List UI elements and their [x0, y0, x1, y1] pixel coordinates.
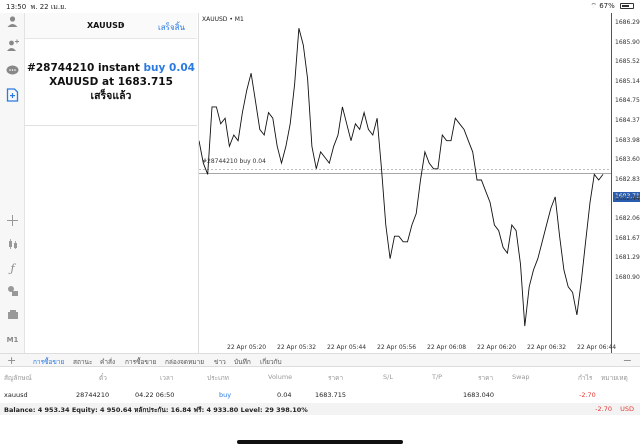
bottom-toolbar: + การซื้อขาย สถานะ คำสั่ง การซื้อขาย กล่…	[0, 353, 640, 367]
col-volume: Volume	[268, 373, 293, 381]
time-tick-label: 22 Apr 06:20	[477, 344, 517, 351]
tab-mailbox[interactable]: กล่องจดหมาย	[165, 357, 204, 367]
price-tick-label: 1681.290	[615, 254, 640, 262]
price-tick-label: 1685.525	[615, 58, 640, 66]
order-line-label: #28744210 buy 0.04	[202, 158, 266, 165]
row-type: buy	[219, 391, 232, 399]
price-tick-label: 1681.675	[615, 234, 640, 242]
tab-history[interactable]: การซื้อขาย	[125, 357, 156, 367]
price-tick-label: 1683.985	[615, 136, 640, 144]
col-time: เวลา	[160, 374, 174, 382]
time-tick-label: 22 Apr 06:08	[427, 344, 467, 351]
col-price-current: ราคา	[478, 374, 494, 382]
row-price-open: 1683.715	[315, 391, 347, 399]
crosshair-icon[interactable]	[5, 215, 20, 230]
tab-about[interactable]: เกี่ยวกับ	[260, 357, 282, 367]
user-icon[interactable]	[5, 15, 20, 30]
tab-trade[interactable]: การซื้อขาย	[33, 357, 64, 367]
col-price-open: ราคา	[328, 374, 344, 382]
col-profit: กำไร	[578, 374, 593, 382]
status-bar: 13:50 พ. 22 เม.ย. ⌔ 67%	[0, 0, 640, 13]
new-order-icon[interactable]	[5, 88, 20, 103]
col-type: ประเภท	[207, 374, 229, 382]
chart-title: XAUUSD • M1	[202, 16, 244, 23]
price-tick-label: 1682.830	[615, 175, 640, 183]
candles-icon[interactable]	[5, 238, 20, 253]
result-line-1: #28744210 instant buy 0.04	[27, 62, 195, 74]
row-ticket: 28744210	[76, 391, 110, 399]
objects-icon[interactable]	[5, 285, 20, 300]
row-time: 04.22 06:50	[135, 391, 175, 399]
result-line-2: XAUUSD at 1683.715	[49, 76, 173, 88]
price-tick-label: 1680.905	[615, 273, 640, 281]
row-profit: -2.70	[579, 391, 596, 399]
col-sl: S/L	[383, 373, 393, 381]
price-tick-label: 1683.600	[615, 156, 640, 164]
battery-percent: 67%	[599, 2, 615, 10]
price-tick-label: 1684.755	[615, 97, 640, 105]
trade-result-panel: XAUUSD ▾ เสร็จสิ้น #28744210 instant buy…	[25, 13, 197, 126]
price-tick-label: 1685.906	[615, 38, 640, 46]
home-indicator	[237, 440, 403, 444]
chart-canvas[interactable]	[199, 13, 611, 353]
row-price-current: 1683.040	[463, 391, 495, 399]
time-tick-label: 22 Apr 06:44	[577, 344, 617, 351]
battery-icon	[620, 3, 634, 9]
price-axis: 1683.715 1686.2911685.9061685.5251685.14…	[611, 13, 640, 353]
done-button[interactable]: เสร็จสิ้น	[158, 21, 185, 34]
row-volume: 0.04	[277, 391, 292, 399]
result-line-3: เสร็จแล้ว	[90, 90, 132, 102]
user-add-icon[interactable]	[5, 39, 20, 54]
tab-news[interactable]: ข่าว	[214, 357, 226, 367]
timeframe-button[interactable]: M1	[5, 333, 20, 348]
chevron-down-icon[interactable]: ▾	[121, 22, 124, 29]
time-tick-label: 22 Apr 05:44	[327, 344, 367, 351]
time-tick-label: 22 Apr 05:32	[277, 344, 317, 351]
tab-orders[interactable]: คำสั่ง	[100, 357, 115, 367]
time-tick-label: 22 Apr 05:20	[227, 344, 267, 351]
col-ticket: ตั๋ว	[99, 374, 107, 382]
price-tick-label: 1682.060	[615, 215, 640, 222]
balance-summary: Balance: 4 953.34 Equity: 4 950.64 หลักป…	[4, 406, 308, 414]
plus-icon[interactable]: +	[7, 354, 16, 367]
panel-header: XAUUSD ▾ เสร็จสิ้น	[25, 13, 197, 39]
trade-result-message: #28744210 instant buy 0.04 XAUUSD at 168…	[25, 61, 197, 103]
col-tp: T/P	[432, 373, 443, 381]
price-tick-label: 1682.445	[615, 195, 640, 203]
price-chart[interactable]: XAUUSD • M1 #28744210 buy 0.04 1683.715 …	[198, 13, 640, 353]
tab-journal[interactable]: บันทึก	[234, 357, 251, 367]
status-time: 13:50 พ. 22 เม.ย.	[6, 3, 67, 11]
chat-icon[interactable]	[5, 64, 20, 79]
wifi-icon: ⌔	[590, 2, 597, 10]
price-tick-label: 1686.291	[615, 19, 640, 26]
function-icon[interactable]: ƒ	[5, 261, 20, 276]
left-toolbar: ƒ M1	[0, 13, 25, 353]
time-tick-label: 22 Apr 05:56	[377, 344, 417, 351]
col-symbol: สัญลักษณ์	[4, 374, 32, 382]
row-symbol: xauusd	[4, 391, 28, 399]
templates-icon[interactable]	[5, 309, 20, 324]
price-series-line	[199, 28, 604, 327]
symbol-selector[interactable]: XAUUSD	[87, 21, 125, 30]
status-right: ⌔ 67%	[590, 2, 634, 11]
balance-bar: Balance: 4 953.34 Equity: 4 950.64 หลักป…	[0, 403, 640, 415]
minus-icon[interactable]: −	[623, 354, 632, 367]
time-tick-label: 22 Apr 06:32	[527, 344, 567, 351]
col-swap: Swap	[512, 373, 530, 381]
price-tick-label: 1685.140	[615, 77, 640, 85]
tab-positions[interactable]: สถานะ	[73, 357, 93, 367]
total-profit: -2.70	[595, 405, 612, 413]
price-tick-label: 1684.370	[615, 117, 640, 124]
col-comment: หมายเหตุ	[601, 374, 628, 382]
profit-currency: USD	[620, 405, 634, 413]
